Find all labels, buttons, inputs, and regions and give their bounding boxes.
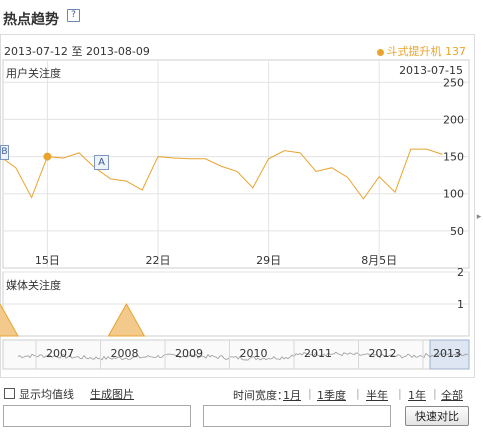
user-y-tick-label: 250 (443, 76, 464, 89)
overview-year-label: 2012 (369, 347, 397, 360)
double-chevron-right-icon[interactable]: » (456, 349, 468, 361)
range-1-quarter[interactable]: 1季度 (317, 387, 346, 403)
separator: | (433, 387, 437, 400)
separator: | (398, 387, 402, 400)
overview-year-label: 2009 (175, 347, 203, 360)
overview-year-label: 2008 (111, 347, 139, 360)
user-x-tick-label: 29日 (256, 254, 281, 267)
user-y-tick-label: 50 (450, 225, 464, 238)
range-half-year[interactable]: 半年 (366, 387, 388, 403)
user-y-tick-label: 150 (443, 151, 464, 164)
user-panel-frame (2, 59, 470, 269)
avg-line-checkbox[interactable] (4, 388, 15, 399)
user-panel-label: 用户关注度 (6, 67, 61, 80)
trend-chart[interactable]: 50 100 150 200 250 15日 22日 29日 8月5日 1 2 2007 2008… (0, 0, 483, 380)
overview-year-label: 2011 (304, 347, 332, 360)
user-x-tick-label: 15日 (35, 254, 60, 267)
quick-compare-button[interactable]: 快速对比 (405, 406, 469, 426)
current-date: 2013-07-15 (399, 64, 463, 77)
media-panel-label: 媒体关注度 (6, 279, 61, 292)
user-data-point[interactable] (43, 152, 52, 161)
range-1-year[interactable]: 1年 (408, 387, 426, 403)
range-all[interactable]: 全部 (441, 387, 463, 403)
user-y-tick-label: 200 (443, 113, 464, 126)
marker-a-icon[interactable]: A (94, 155, 109, 170)
user-x-tick-label: 8月5日 (361, 254, 397, 267)
user-y-tick-label: 100 (443, 188, 464, 201)
media-y-tick-label: 1 (457, 298, 464, 311)
range-1-month[interactable]: 1月 (283, 387, 301, 403)
avg-line-label: 显示均值线 (19, 388, 74, 401)
compare-keyword-input-1[interactable] (3, 405, 191, 427)
generate-image-link[interactable]: 生成图片 (90, 386, 134, 402)
marker-b-icon[interactable]: B (0, 145, 9, 160)
media-y-tick-label: 2 (457, 266, 464, 279)
user-x-tick-label: 22日 (146, 254, 171, 267)
separator: | (356, 387, 360, 400)
overview-year-label: 2007 (46, 347, 74, 360)
compare-keyword-input-2[interactable] (203, 405, 391, 427)
scroll-right-icon[interactable]: ▸ (475, 205, 483, 229)
time-width-label: 时间宽度： (233, 389, 288, 402)
overview-year-label: 2010 (240, 347, 268, 360)
separator: | (308, 387, 312, 400)
